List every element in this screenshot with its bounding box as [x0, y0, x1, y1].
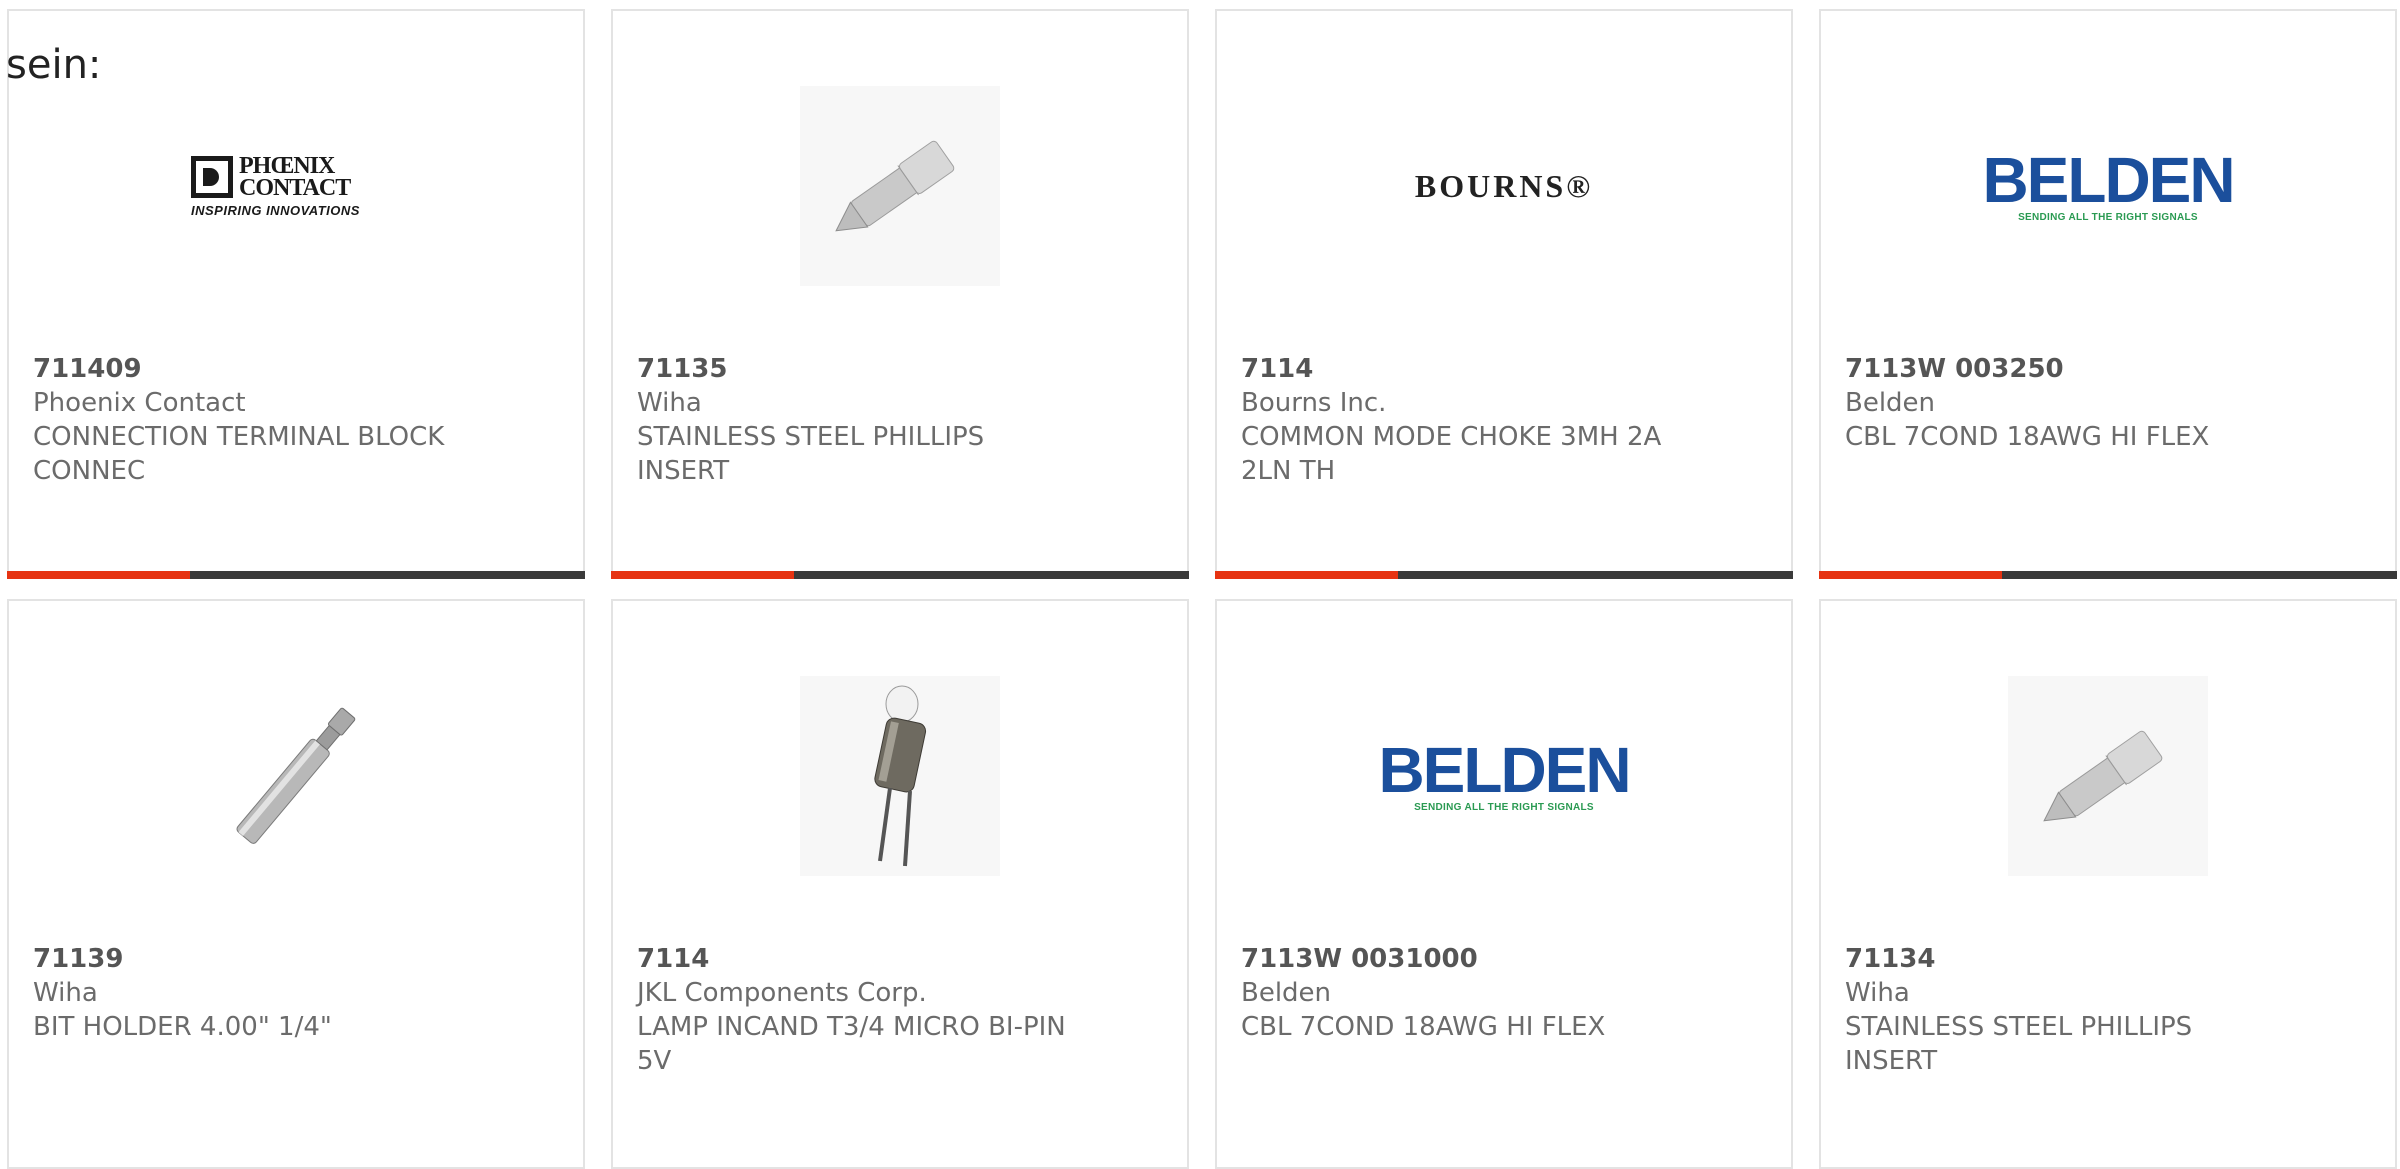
manufacturer: Wiha — [33, 978, 98, 1008]
part-number[interactable]: 7114 — [637, 942, 1163, 976]
description: COMMON MODE CHOKE 3MH 2A 2LN TH — [1241, 422, 1662, 486]
description: CBL 7COND 18AWG HI FLEX — [1241, 1012, 1606, 1042]
bit-holder-photo — [196, 676, 396, 876]
description: STAINLESS STEEL PHILLIPS INSERT — [637, 422, 985, 486]
part-number[interactable]: 71135 — [637, 352, 1163, 386]
product-card[interactable]: PHŒNIX CONTACT INSPIRING INNOVATIONS 711… — [7, 9, 585, 579]
card-bottom-bar — [611, 571, 1189, 579]
card-bottom-bar — [7, 571, 585, 579]
bar-accent — [1215, 571, 1398, 579]
manufacturer: JKL Components Corp. — [637, 978, 927, 1008]
product-card[interactable]: BOURNS® 7114 Bourns Inc. COMMON MODE CHO… — [1215, 9, 1793, 579]
product-card[interactable]: 71134 Wiha STAINLESS STEEL PHILLIPS INSE… — [1819, 599, 2397, 1169]
product-image[interactable] — [1821, 661, 2395, 891]
manufacturer: Phoenix Contact — [33, 388, 246, 418]
lamp-photo — [800, 676, 1000, 876]
manufacturer: Belden — [1241, 978, 1332, 1008]
description: LAMP INCAND T3/4 MICRO BI-PIN 5V — [637, 1012, 1066, 1076]
phillips-bit-photo — [800, 86, 1000, 286]
part-number[interactable]: 7113W 0031000 — [1241, 942, 1767, 976]
phoenix-contact-logo: PHŒNIX CONTACT INSPIRING INNOVATIONS — [191, 152, 360, 218]
belden-logo: BELDEN SENDING ALL THE RIGHT SIGNALS — [1378, 733, 1631, 813]
card-bottom-bar — [1215, 571, 1793, 579]
part-number[interactable]: 7113W 003250 — [1845, 352, 2371, 386]
product-image[interactable] — [9, 661, 583, 891]
product-image[interactable] — [613, 661, 1187, 891]
product-image[interactable]: BELDEN SENDING ALL THE RIGHT SIGNALS — [1217, 661, 1791, 891]
product-image[interactable] — [613, 71, 1187, 301]
bar-accent — [7, 571, 190, 579]
product-card[interactable]: 71135 Wiha STAINLESS STEEL PHILLIPS INSE… — [611, 9, 1189, 579]
description: CONNECTION TERMINAL BLOCK CONNEC — [33, 422, 445, 486]
belden-logo: BELDEN SENDING ALL THE RIGHT SIGNALS — [1982, 143, 2235, 223]
bourns-logo: BOURNS® — [1414, 167, 1594, 204]
description: STAINLESS STEEL PHILLIPS INSERT — [1845, 1012, 2193, 1076]
product-card[interactable]: BELDEN SENDING ALL THE RIGHT SIGNALS 711… — [1215, 599, 1793, 1169]
bar-accent — [1819, 571, 2002, 579]
manufacturer: Belden — [1845, 388, 1936, 418]
part-number[interactable]: 71139 — [33, 942, 559, 976]
part-number[interactable]: 711409 — [33, 352, 559, 386]
bar-accent — [611, 571, 794, 579]
phillips-bit-photo — [2008, 676, 2208, 876]
part-number[interactable]: 71134 — [1845, 942, 2371, 976]
card-bottom-bar — [1819, 571, 2397, 579]
product-card[interactable]: 7114 JKL Components Corp. LAMP INCAND T3… — [611, 599, 1189, 1169]
product-image[interactable]: BELDEN SENDING ALL THE RIGHT SIGNALS — [1821, 71, 2395, 301]
manufacturer: Wiha — [1845, 978, 1910, 1008]
phoenix-mark-icon — [191, 155, 233, 198]
description: CBL 7COND 18AWG HI FLEX — [1845, 422, 2210, 452]
product-card[interactable]: BELDEN SENDING ALL THE RIGHT SIGNALS 711… — [1819, 9, 2397, 579]
product-image[interactable]: PHŒNIX CONTACT INSPIRING INNOVATIONS — [9, 71, 583, 301]
lead-text: sein: — [6, 42, 102, 88]
description: BIT HOLDER 4.00" 1/4" — [33, 1012, 332, 1042]
manufacturer: Bourns Inc. — [1241, 388, 1387, 418]
product-image[interactable]: BOURNS® — [1217, 71, 1791, 301]
part-number[interactable]: 7114 — [1241, 352, 1767, 386]
product-card[interactable]: 71139 Wiha BIT HOLDER 4.00" 1/4" — [7, 599, 585, 1169]
manufacturer: Wiha — [637, 388, 702, 418]
